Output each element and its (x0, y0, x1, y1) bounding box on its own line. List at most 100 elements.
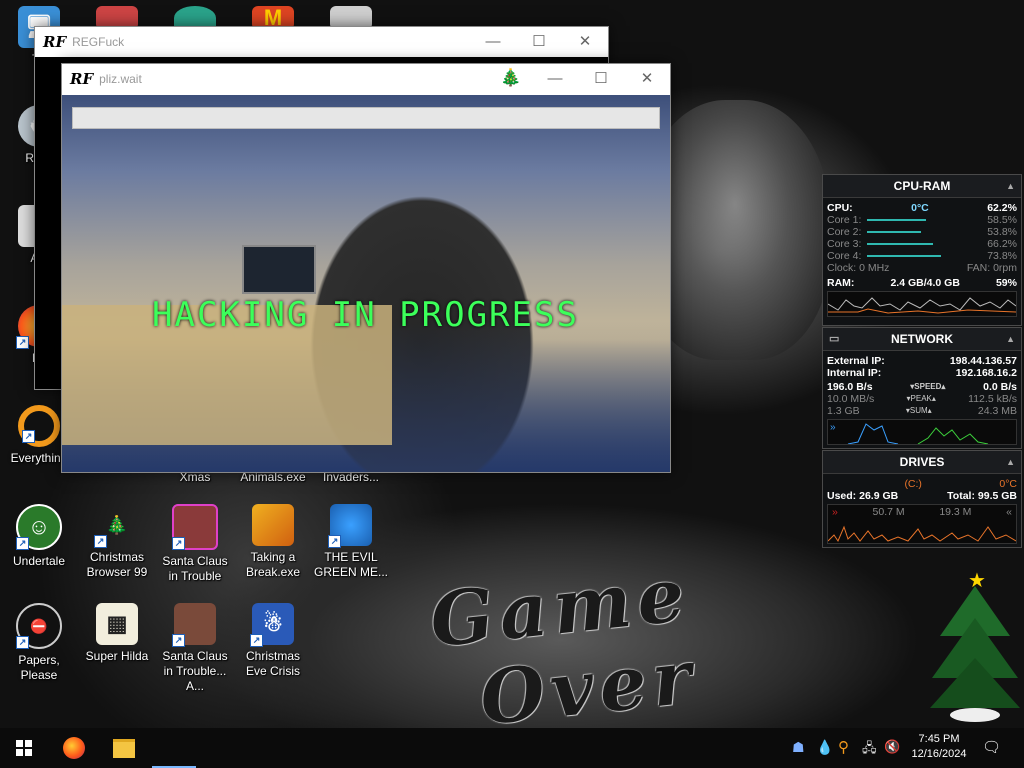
core-value: 73.8% (987, 250, 1017, 262)
maximize-button[interactable]: ☐ (578, 64, 624, 94)
break-app-icon (252, 504, 294, 546)
snow-base (950, 708, 1000, 722)
collapse-icon[interactable]: ▲ (1006, 328, 1015, 350)
rf-logo-icon: RF (43, 33, 67, 51)
core-label: Core 4: (827, 250, 862, 262)
fan-speed: FAN: 0rpm (966, 262, 1017, 274)
core-value: 66.2% (987, 238, 1017, 250)
internal-ip-label: Internal IP: (827, 367, 882, 379)
taskbar-regfuck[interactable] (150, 728, 198, 768)
clock-date: 12/16/2024 (911, 748, 967, 760)
taskbar-file-explorer[interactable] (100, 728, 148, 768)
core-label: Core 3: (827, 238, 862, 250)
people-icon[interactable]: ☗ (792, 739, 805, 756)
desktop-icon-santa-trouble[interactable]: ↗ Santa Claus in Trouble (156, 504, 234, 584)
download-speed: 196.0 B/s (827, 381, 873, 393)
regfuck-title: REGFuck (72, 35, 125, 49)
laptop-screen (242, 245, 316, 294)
droplet-icon[interactable]: 💧 (816, 739, 833, 756)
progress-bar (72, 107, 660, 129)
speed-label-wrap: ▾SPEED▴ (910, 382, 946, 391)
cpu-ram-gadget: CPU-RAM ▲ CPU: 0°C 62.2% Core 1: 58.5% Cor… (822, 174, 1022, 326)
used-label: Used: (827, 490, 857, 502)
collapse-icon[interactable]: ▲ (1006, 451, 1015, 473)
desktop-icon-undertale[interactable]: ☺ ↗ Undertale (0, 504, 78, 569)
plizwait-window[interactable]: RF pliz.wait 🎄 — ☐ ✕ HACKING IN PROGRESS (61, 63, 671, 473)
drive-total: 99.5 GB (977, 490, 1017, 502)
ram-label: RAM: (827, 277, 855, 289)
external-ip-label: External IP: (827, 355, 885, 367)
upload-sum: 24.3 MB (977, 405, 1017, 417)
taskbar-firefox[interactable] (50, 728, 98, 768)
desktop-icon-super-hilda[interactable]: ▦ Super Hilda (78, 603, 156, 664)
sum-label: SUM (909, 406, 928, 415)
santa-icon: ↗ (172, 603, 216, 647)
upload-speed: 0.0 B/s (983, 381, 1017, 393)
folder-icon (113, 738, 135, 758)
internal-ip: 192.168.16.2 (955, 367, 1017, 379)
maximize-button[interactable]: ☐ (516, 27, 562, 57)
core-bar (867, 243, 934, 245)
christmas-tree-icon: 🎄 ↗ (94, 504, 138, 548)
cpu-label: CPU: (827, 202, 853, 214)
monitor-icon: ▭ (829, 333, 840, 345)
total-label: Total: (947, 490, 975, 502)
christmas-tree-decoration: ★ (930, 568, 1020, 728)
windows-icon (16, 740, 32, 756)
core-bar (867, 255, 942, 257)
drive-activity-graph: » 50.7 M 19.3 M « (827, 504, 1017, 544)
cpu-ram-title: CPU-RAM (893, 179, 951, 193)
tree-bottom (930, 658, 1020, 708)
taskbar: ☗ 💧 ⚲ 🖧 🔇 7:45 PM 12/16/2024 🗨 (0, 728, 1024, 768)
volume-muted-icon[interactable]: 🔇 (884, 739, 900, 755)
download-arrow-icon: » (830, 422, 836, 433)
drive-graph-svg (828, 525, 1016, 543)
cpu-temp: 0°C (911, 202, 929, 214)
external-ip: 198.44.136.57 (949, 355, 1017, 367)
drives-gadget: DRIVES ▲ (C:) 0°C Used: 26.9 GB Total: 99.5… (822, 450, 1022, 548)
collapse-icon[interactable]: ▲ (1006, 175, 1015, 197)
network-icon[interactable]: 🖧 (862, 739, 877, 761)
search-icon[interactable]: ⚲ (838, 738, 849, 756)
desktop-icon-evil-green[interactable]: ↗ THE EVIL GREEN ME... (312, 504, 390, 580)
close-button[interactable]: ✕ (624, 64, 670, 94)
notifications-icon[interactable]: 🗨 (982, 738, 1001, 756)
plizwait-titlebar[interactable]: RF pliz.wait 🎄 — ☐ ✕ (62, 64, 670, 94)
network-graph: » (827, 419, 1017, 445)
desktop-icon-papers-please[interactable]: ⛔ ↗ Papers, Please (0, 603, 78, 683)
core-label: Core 2: (827, 226, 862, 238)
everything-search-icon: ↗ (18, 405, 60, 447)
download-peak: 10.0 MB/s (827, 393, 875, 405)
desktop-icon-taking-break[interactable]: Taking a Break.exe (234, 504, 312, 580)
close-button[interactable]: ✕ (562, 27, 608, 57)
core-bar (867, 219, 926, 221)
santa-face-icon: ☃ ↗ (250, 603, 294, 647)
desktop-icon-christmas-browser[interactable]: 🎄 ↗ Christmas Browser 99 (78, 504, 156, 580)
clock-time: 7:45 PM (918, 733, 960, 745)
peak-label: PEAK (910, 394, 932, 403)
upload-peak: 112.5 kB/s (968, 393, 1017, 405)
clock[interactable]: 7:45 PM 12/16/2024 (906, 732, 972, 762)
desktop-icon-santa-trouble-2[interactable]: ↗ Santa Claus in Trouble... A... (156, 603, 234, 694)
plizwait-title: pliz.wait (99, 72, 142, 86)
rf-logo-icon: RF (70, 70, 94, 88)
papers-please-icon: ⛔ ↗ (16, 603, 62, 649)
core-value: 58.5% (987, 214, 1017, 226)
core-label: Core 1: (827, 214, 862, 226)
hacking-video: HACKING IN PROGRESS (62, 95, 670, 472)
ram-percent: 59% (995, 277, 1017, 289)
network-title: NETWORK (891, 332, 953, 346)
cpu-graph (827, 291, 1017, 317)
minimize-button[interactable]: — (470, 27, 516, 57)
minimize-button[interactable]: — (532, 64, 578, 94)
clock-speed: Clock: 0 MHz (827, 262, 890, 274)
hacking-in-progress-text: HACKING IN PROGRESS (152, 295, 579, 335)
desktop-icon-christmas-eve[interactable]: ☃ ↗ Christmas Eve Crisis (234, 603, 312, 679)
sum-label-wrap: ▾SUM▴ (905, 406, 932, 415)
regfuck-titlebar[interactable]: RF REGFuck — ☐ ✕ (35, 27, 608, 57)
download-sum: 1.3 GB (827, 405, 860, 417)
cpu-graph-svg (828, 297, 1016, 314)
network-graph-svg: » (830, 422, 989, 444)
start-button[interactable] (0, 728, 48, 768)
hilda-icon: ▦ (96, 603, 138, 645)
